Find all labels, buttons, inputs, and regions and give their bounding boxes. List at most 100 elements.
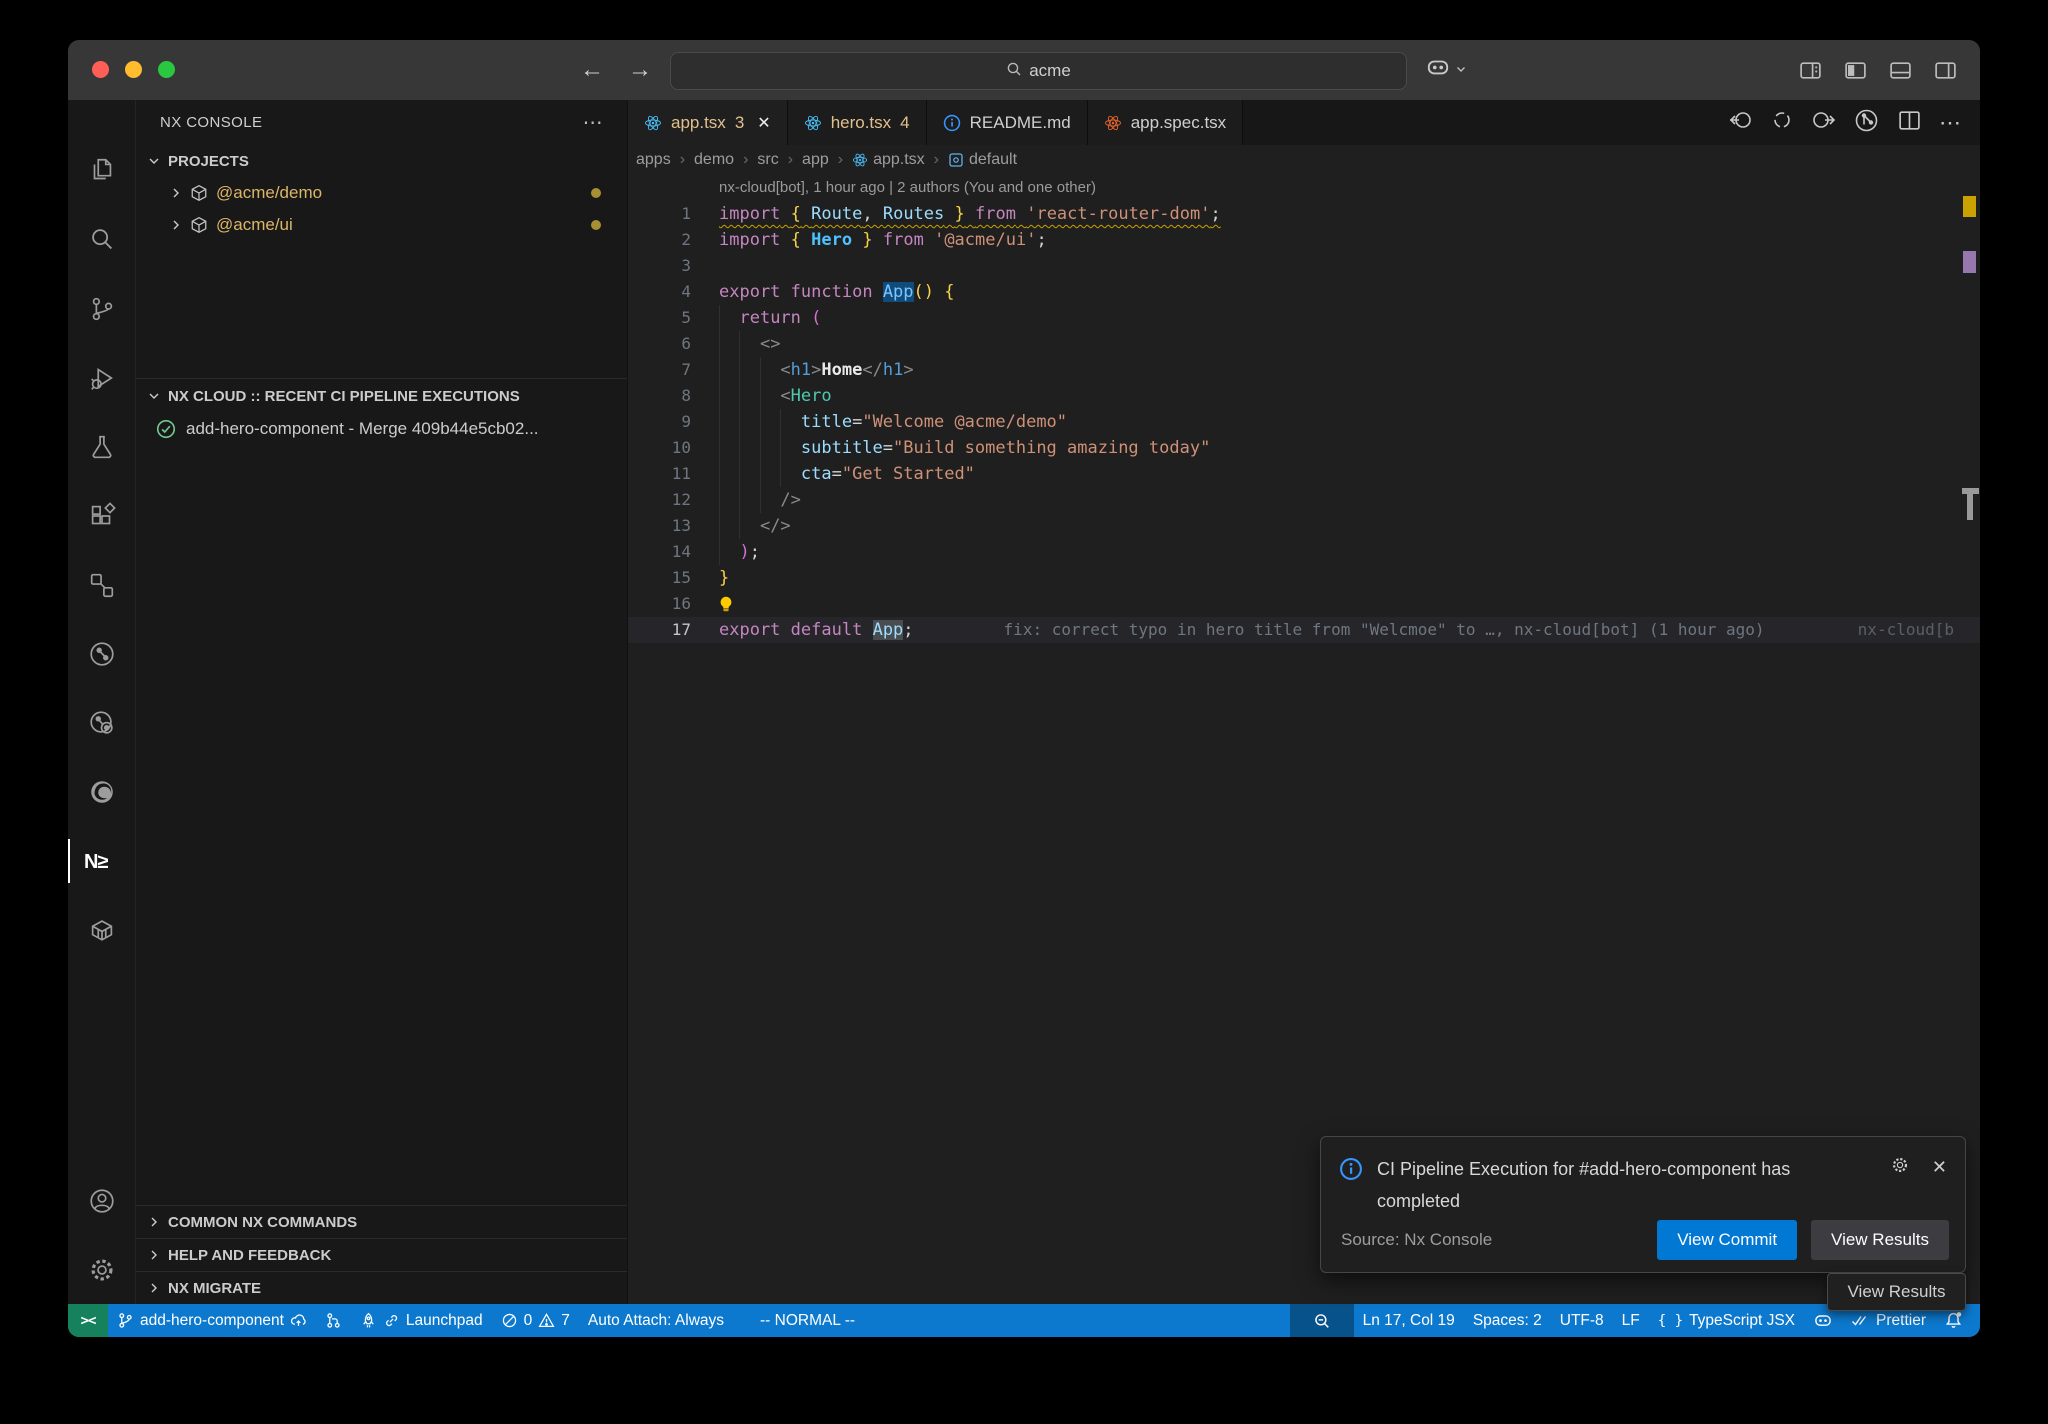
- cursor-marker: [1967, 494, 1973, 520]
- run-file-icon[interactable]: [1853, 107, 1880, 139]
- close-window-button[interactable]: [92, 61, 109, 78]
- indentation-status-item[interactable]: Spaces: 2: [1464, 1304, 1551, 1337]
- nx-migrate-section[interactable]: NX MIGRATE: [136, 1271, 627, 1304]
- notification-message: CI Pipeline Execution for #add-hero-comp…: [1377, 1153, 1847, 1217]
- nx-console-icon[interactable]: N≥: [68, 826, 136, 895]
- auto-attach-status-item[interactable]: Auto Attach: Always: [579, 1304, 733, 1337]
- code-line-14[interactable]: 14 );: [628, 539, 1980, 565]
- tab-readme-md[interactable]: README.md: [927, 100, 1088, 145]
- toggle-primary-sidebar-icon[interactable]: [1843, 58, 1868, 83]
- testing-icon[interactable]: [68, 412, 136, 481]
- code-line-15[interactable]: 15}: [628, 565, 1980, 591]
- code-line-12[interactable]: 12 />: [628, 487, 1980, 513]
- nx-project-graph-icon[interactable]: [68, 619, 136, 688]
- account-icon[interactable]: [68, 1166, 136, 1235]
- explorer-icon[interactable]: [68, 136, 136, 205]
- toggle-panel-icon[interactable]: [1888, 58, 1913, 83]
- references-icon[interactable]: [68, 550, 136, 619]
- code-line-17[interactable]: 17export default App;fix: correct typo i…: [628, 617, 1980, 643]
- close-tab-icon[interactable]: ✕: [757, 113, 770, 133]
- customize-layout-icon[interactable]: [1798, 58, 1823, 83]
- breadcrumb-file: app.tsx: [852, 151, 925, 169]
- help-and-feedback-section[interactable]: HELP AND FEEDBACK: [136, 1238, 627, 1271]
- command-center-search[interactable]: acme: [670, 52, 1407, 90]
- line-number: 17: [628, 617, 691, 643]
- project-item-acme-demo[interactable]: @acme/demo: [136, 177, 627, 209]
- code-line-3[interactable]: 3: [628, 253, 1980, 279]
- activity-bar: N≥: [68, 100, 136, 1304]
- overview-ruler[interactable]: [1960, 175, 1980, 1304]
- warning-marker: [1963, 196, 1976, 217]
- branch-status-item[interactable]: add-hero-component: [108, 1304, 316, 1337]
- extensions-icon[interactable]: [68, 481, 136, 550]
- launchpad-status-item[interactable]: Launchpad: [351, 1304, 492, 1337]
- source-control-status-item[interactable]: [316, 1304, 351, 1337]
- code-line-10[interactable]: 10 subtitle="Build something amazing tod…: [628, 435, 1980, 461]
- code-line-8[interactable]: 8 <Hero: [628, 383, 1980, 409]
- navigate-back-icon[interactable]: [1728, 107, 1754, 138]
- navigate-forward-icon[interactable]: [1810, 107, 1836, 138]
- line-number: 2: [628, 227, 691, 253]
- code-area[interactable]: nx-cloud[bot], 1 hour ago | 2 authors (Y…: [628, 175, 1980, 1304]
- project-item-acme-ui[interactable]: @acme/ui: [136, 209, 627, 241]
- copilot-menu[interactable]: [1425, 55, 1467, 86]
- cursor-position-status-item[interactable]: Ln 17, Col 19: [1354, 1304, 1464, 1337]
- source-control-icon[interactable]: [68, 274, 136, 343]
- notification-close-icon[interactable]: ✕: [1932, 1157, 1947, 1178]
- split-editor-icon[interactable]: [1897, 108, 1922, 138]
- code-line-16[interactable]: 16: [628, 591, 1980, 617]
- chevron-down-icon: [148, 155, 160, 167]
- breadcrumb[interactable]: apps› demo› src› app› app.tsx › default: [628, 145, 1980, 175]
- inline-git-blame: fix: correct typo in hero title from "We…: [914, 620, 1765, 639]
- code-line-11[interactable]: 11 cta="Get Started": [628, 461, 1980, 487]
- minimize-window-button[interactable]: [125, 61, 142, 78]
- code-line-9[interactable]: 9 title="Welcome @acme/demo": [628, 409, 1980, 435]
- run-debug-icon[interactable]: [68, 343, 136, 412]
- edge-browser-icon[interactable]: [68, 757, 136, 826]
- history-forward-button[interactable]: →: [628, 56, 652, 84]
- nx-task-graph-icon[interactable]: [68, 688, 136, 757]
- zoom-window-button[interactable]: [158, 61, 175, 78]
- problems-status-item[interactable]: 0 7: [492, 1304, 579, 1337]
- tab-app-tsx[interactable]: app.tsx 3 ✕: [628, 100, 788, 145]
- code-line-7[interactable]: 7 <h1>Home</h1>: [628, 357, 1980, 383]
- clipped-blame-text: nx-cloud[b: [1858, 617, 1954, 643]
- code-line-6[interactable]: 6 <>: [628, 331, 1980, 357]
- common-nx-commands-section[interactable]: COMMON NX COMMANDS: [136, 1205, 627, 1238]
- view-results-button[interactable]: View Results: [1811, 1220, 1949, 1260]
- modified-dot: [591, 188, 601, 198]
- encoding-status-item[interactable]: UTF-8: [1551, 1304, 1613, 1337]
- navigate-dot-icon[interactable]: [1771, 109, 1793, 136]
- eol-status-item[interactable]: LF: [1613, 1304, 1649, 1337]
- code-line-1[interactable]: 1import { Route, Routes } from 'react-ro…: [628, 201, 1980, 227]
- breadcrumb-item: demo: [694, 151, 734, 169]
- code-line-2[interactable]: 2import { Hero } from '@acme/ui';: [628, 227, 1980, 253]
- language-status-item[interactable]: { } TypeScript JSX: [1649, 1304, 1804, 1337]
- chevron-right-icon: [170, 219, 182, 231]
- line-number: 7: [628, 357, 691, 383]
- sidebar-nx-console: NX CONSOLE ⋯ PROJECTS @acme/demo @acme/u…: [136, 100, 628, 1304]
- code-line-13[interactable]: 13 </>: [628, 513, 1980, 539]
- search-sidebar-icon[interactable]: [68, 205, 136, 274]
- settings-gear-icon[interactable]: [68, 1235, 136, 1304]
- view-commit-button[interactable]: View Commit: [1657, 1220, 1797, 1260]
- vim-mode-status-item[interactable]: -- NORMAL --: [751, 1304, 864, 1337]
- toggle-secondary-sidebar-icon[interactable]: [1933, 58, 1958, 83]
- code-line-4[interactable]: 4export function App() {: [628, 279, 1980, 305]
- double-check-icon: [1851, 1313, 1870, 1328]
- info-icon: [1339, 1157, 1363, 1186]
- code-line-5[interactable]: 5 return (: [628, 305, 1980, 331]
- tab-hero-tsx[interactable]: hero.tsx 4: [788, 100, 927, 145]
- projects-section-header[interactable]: PROJECTS: [136, 145, 627, 177]
- containers-icon[interactable]: [68, 895, 136, 964]
- notification-settings-gear-icon[interactable]: [1890, 1155, 1910, 1180]
- zoom-status-item[interactable]: [1290, 1304, 1354, 1337]
- git-branch-icon: [117, 1312, 134, 1329]
- tab-app-spec-tsx[interactable]: app.spec.tsx: [1088, 100, 1243, 145]
- sidebar-more-actions-icon[interactable]: ⋯: [583, 110, 603, 135]
- more-actions-icon[interactable]: ⋯: [1939, 110, 1962, 136]
- remote-indicator[interactable]: ><: [68, 1304, 108, 1337]
- nx-cloud-section-header[interactable]: NX CLOUD :: RECENT CI PIPELINE EXECUTION…: [136, 380, 627, 412]
- history-back-button[interactable]: ←: [580, 56, 604, 84]
- pipeline-execution-item[interactable]: add-hero-component - Merge 409b44e5cb02.…: [136, 412, 627, 446]
